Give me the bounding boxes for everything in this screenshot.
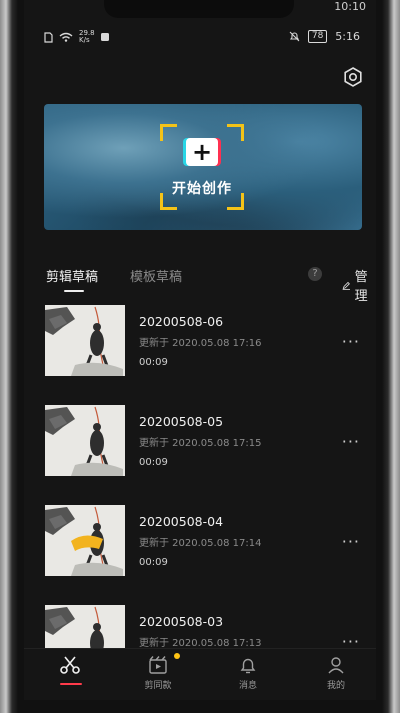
nav-me[interactable]: 我的 bbox=[306, 655, 366, 691]
tab-template-drafts[interactable]: 模板草稿 bbox=[130, 266, 182, 285]
draft-tabs: 剪辑草稿 模板草稿 ? 管理 bbox=[46, 266, 368, 304]
bell-icon bbox=[240, 658, 256, 674]
status-time: 5:16 bbox=[335, 30, 360, 43]
edit-icon bbox=[342, 281, 351, 290]
draft-updated-time: 更新于 2020.05.08 17:14 bbox=[139, 538, 262, 549]
mute-bell-icon bbox=[289, 31, 300, 42]
person-icon bbox=[328, 657, 344, 674]
phone-frame: 10:10 29.8 K/s 78 5:16 + 开始创作 剪辑草稿 模板草稿 … bbox=[0, 0, 400, 713]
nav-edit[interactable] bbox=[40, 655, 100, 678]
app-screen: 10:10 29.8 K/s 78 5:16 + 开始创作 剪辑草稿 模板草稿 … bbox=[24, 0, 376, 713]
tab-active-indicator bbox=[64, 290, 84, 292]
draft-thumbnail bbox=[45, 405, 125, 476]
start-creating-banner[interactable]: + 开始创作 bbox=[44, 104, 362, 230]
top-bar: 10:10 bbox=[24, 0, 376, 20]
notification-dot bbox=[174, 653, 180, 659]
sim-icon bbox=[44, 31, 53, 43]
tab-edit-drafts[interactable]: 剪辑草稿 bbox=[46, 266, 98, 285]
draft-duration: 00:09 bbox=[139, 557, 168, 568]
outer-clock: 10:10 bbox=[334, 0, 366, 13]
draft-item[interactable]: 20200508-04 更新于 2020.05.08 17:14 00:09 ·… bbox=[24, 500, 376, 580]
wifi-icon bbox=[59, 32, 73, 42]
manage-button[interactable]: 管理 bbox=[342, 266, 372, 304]
notch bbox=[104, 0, 294, 18]
gear-icon bbox=[344, 67, 362, 87]
notification-square-icon bbox=[100, 33, 109, 41]
draft-updated-time: 更新于 2020.05.08 17:16 bbox=[139, 338, 262, 349]
draft-title: 20200508-03 bbox=[139, 614, 224, 629]
battery-indicator: 78 bbox=[307, 30, 328, 43]
create-label: 开始创作 bbox=[172, 181, 232, 197]
nav-active-indicator bbox=[60, 683, 82, 685]
net-speed-unit: K/s bbox=[79, 36, 90, 44]
draft-item[interactable]: 20200508-05 更新于 2020.05.08 17:15 00:09 ·… bbox=[24, 400, 376, 480]
plus-icon: + bbox=[186, 138, 218, 166]
settings-button[interactable] bbox=[342, 66, 364, 88]
frame-corner bbox=[227, 124, 244, 141]
status-bar: 29.8 K/s 78 5:16 bbox=[24, 26, 376, 46]
more-dots-icon[interactable]: ··· bbox=[342, 532, 360, 551]
nav-me-label: 我的 bbox=[326, 681, 345, 691]
net-speed: 29.8 K/s bbox=[79, 30, 95, 44]
more-dots-icon[interactable]: ··· bbox=[342, 332, 360, 351]
nav-messages-label: 消息 bbox=[238, 681, 257, 691]
draft-title: 20200508-04 bbox=[139, 514, 224, 529]
draft-duration: 00:09 bbox=[139, 357, 168, 368]
create-button[interactable]: + 开始创作 bbox=[160, 124, 244, 210]
help-button[interactable]: ? bbox=[308, 267, 322, 281]
draft-item[interactable]: 20200508-06 更新于 2020.05.08 17:16 00:09 ·… bbox=[24, 300, 376, 380]
draft-thumbnail bbox=[45, 305, 125, 376]
draft-updated-time: 更新于 2020.05.08 17:15 bbox=[139, 438, 262, 449]
more-dots-icon[interactable]: ··· bbox=[342, 432, 360, 451]
draft-title: 20200508-05 bbox=[139, 414, 224, 429]
draft-title: 20200508-06 bbox=[139, 314, 224, 329]
draft-updated-time: 更新于 2020.05.08 17:13 bbox=[139, 638, 262, 649]
clapper-icon bbox=[149, 656, 167, 674]
bottom-nav: 剪同款 消息 我的 bbox=[24, 648, 376, 701]
nav-template[interactable]: 剪同款 bbox=[128, 655, 188, 691]
nav-template-label: 剪同款 bbox=[144, 681, 172, 691]
draft-duration: 00:09 bbox=[139, 457, 168, 468]
manage-label: 管理 bbox=[354, 270, 368, 304]
draft-thumbnail bbox=[45, 505, 125, 576]
scissors-icon bbox=[60, 656, 80, 674]
frame-corner bbox=[160, 124, 177, 141]
nav-messages[interactable]: 消息 bbox=[218, 655, 278, 691]
home-indicator-area bbox=[24, 700, 376, 713]
